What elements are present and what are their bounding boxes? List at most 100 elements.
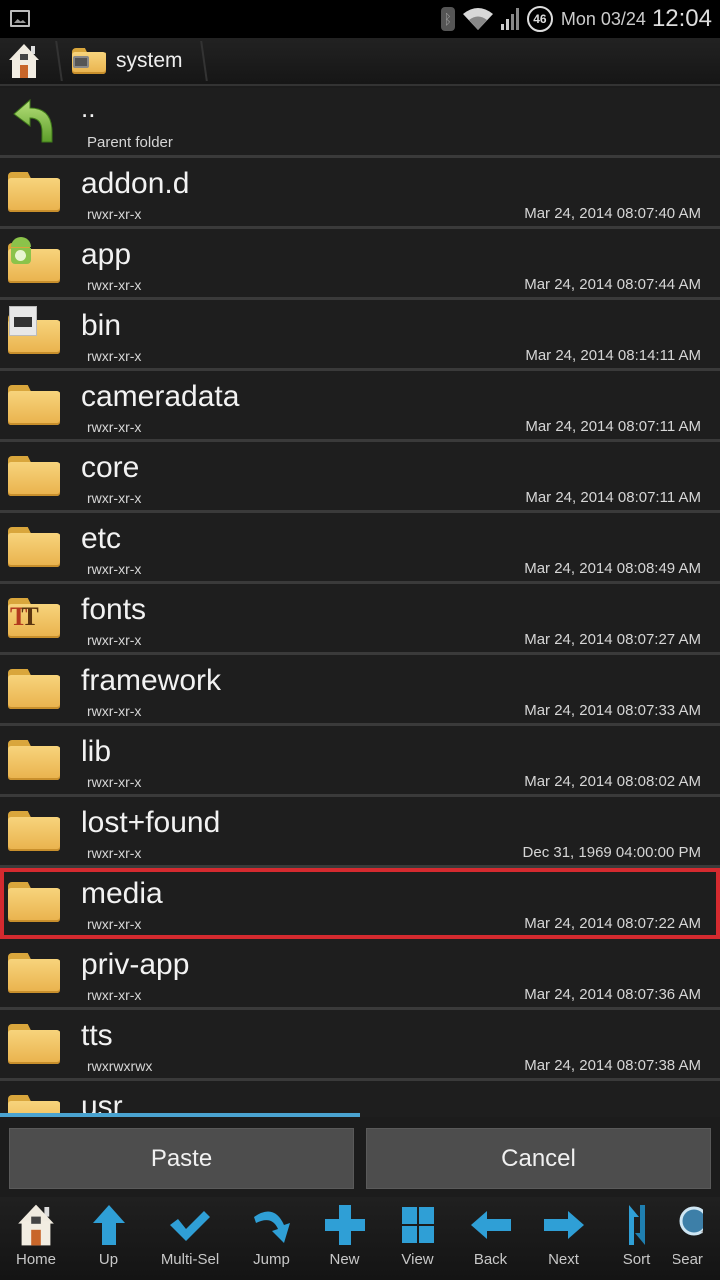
toolbar-multi-select-button[interactable]: Multi-Sel (145, 1197, 235, 1280)
house-icon (9, 44, 39, 78)
toolbar-jump-button[interactable]: Jump (235, 1197, 308, 1280)
status-bar: ᛒ 46 Mon 03/24 12:04 (0, 0, 720, 38)
parent-folder-name: .. (81, 93, 96, 123)
terminal-folder-icon (8, 306, 64, 358)
file-date: Mar 24, 2014 08:07:38 AM (524, 1057, 701, 1074)
toolbar-label: New (329, 1251, 360, 1268)
file-permissions: rwxr-xr-x (87, 561, 142, 577)
file-permissions: rwxr-xr-x (87, 987, 142, 1003)
file-row-priv-app[interactable]: priv-app rwxr-xr-x Mar 24, 2014 08:07:36 A… (0, 939, 720, 1010)
toolbar-label: Next (548, 1251, 579, 1268)
file-name: bin (81, 309, 122, 342)
file-name: framework (81, 664, 222, 697)
folder-icon (8, 953, 64, 997)
file-row-lib[interactable]: lib rwxr-xr-x Mar 24, 2014 08:08:02 AM (0, 726, 720, 797)
file-date: Mar 24, 2014 08:07:11 AM (525, 489, 701, 506)
next-arrow-icon (543, 1211, 584, 1239)
toolbar-label: Sort (622, 1251, 651, 1268)
toolbar-next-button[interactable]: Next (527, 1197, 600, 1280)
file-date: Dec 31, 1969 04:00:00 PM (522, 844, 701, 861)
file-permissions: rwxr-xr-x (87, 490, 142, 506)
up-arrow-icon (92, 1205, 125, 1245)
folder-icon (8, 740, 64, 784)
toolbar-back-button[interactable]: Back (454, 1197, 527, 1280)
paste-button[interactable]: Paste (9, 1128, 354, 1189)
parent-folder-label: Parent folder (87, 134, 173, 151)
file-name: lib (81, 735, 112, 768)
folder-icon (8, 811, 64, 855)
checkmark-icon (170, 1211, 210, 1241)
toolbar-label: Multi-Sel (160, 1251, 220, 1268)
battery-icon: 46 (526, 6, 553, 32)
toolbar-label: Up (98, 1251, 119, 1268)
file-name: core (81, 451, 140, 484)
android-icon (9, 237, 33, 265)
image-notification-icon (10, 10, 30, 27)
file-row-fonts[interactable]: TT fonts rwxr-xr-x Mar 24, 2014 08:07:27 AM (0, 584, 720, 655)
file-date: Mar 24, 2014 08:07:40 AM (524, 205, 701, 222)
home-icon (14, 1203, 58, 1247)
file-row-lost-found[interactable]: lost+found rwxr-xr-x Dec 31, 1969 04:00:00… (0, 797, 720, 868)
file-name: media (81, 877, 163, 910)
bottom-toolbar: Home Up Multi-Sel Jump New View Back Nex… (0, 1197, 720, 1280)
file-date: Mar 24, 2014 08:07:33 AM (524, 702, 701, 719)
toolbar-home-button[interactable]: Home (0, 1197, 72, 1280)
toolbar-view-button[interactable]: View (381, 1197, 454, 1280)
file-date: Mar 24, 2014 08:08:49 AM (524, 560, 701, 577)
file-name: priv-app (81, 948, 190, 981)
toolbar-up-button[interactable]: Up (72, 1197, 145, 1280)
fonts-folder-icon: TT (8, 598, 64, 642)
status-icons: ᛒ 46 Mon 03/24 12:04 (440, 0, 712, 38)
toolbar-sort-button[interactable]: Sort (600, 1197, 673, 1280)
folder-icon (8, 385, 64, 429)
terminal-icon (9, 306, 37, 336)
breadcrumb: system (0, 38, 720, 86)
toolbar-label: Home (15, 1251, 56, 1268)
parent-folder-row[interactable]: .. Parent folder (0, 88, 720, 158)
file-date: Mar 24, 2014 08:08:02 AM (524, 773, 701, 790)
file-permissions: rwxr-xr-x (87, 277, 142, 293)
file-row-media[interactable]: media rwxr-xr-x Mar 24, 2014 08:07:22 AM (0, 868, 720, 939)
file-permissions: rwxrwxrwx (87, 1058, 153, 1074)
file-date: Mar 24, 2014 08:07:22 AM (524, 915, 701, 932)
file-row-cameradata[interactable]: cameradata rwxr-xr-x Mar 24, 2014 08:07:11… (0, 371, 720, 442)
grid-view-icon (401, 1207, 434, 1243)
bluetooth-icon: ᛒ (440, 7, 455, 31)
file-permissions: rwxr-xr-x (87, 916, 142, 932)
file-name: app (81, 238, 132, 271)
file-name: fonts (81, 593, 147, 626)
signal-icon (500, 8, 519, 30)
action-bar: Paste Cancel (0, 1117, 720, 1197)
file-permissions: rwxr-xr-x (87, 206, 142, 222)
folder-icon (8, 1024, 64, 1068)
file-row-addon-d[interactable]: addon.d rwxr-xr-x Mar 24, 2014 08:07:40 AM (0, 158, 720, 229)
cancel-button[interactable]: Cancel (366, 1128, 711, 1189)
jump-arrow-icon (253, 1211, 290, 1243)
android-folder-icon (8, 237, 64, 287)
toolbar-label: Search (673, 1251, 703, 1268)
file-row-bin[interactable]: bin rwxr-xr-x Mar 24, 2014 08:14:11 AM (0, 300, 720, 371)
wifi-icon (462, 8, 493, 30)
file-row-framework[interactable]: framework rwxr-xr-x Mar 24, 2014 08:07:33 … (0, 655, 720, 726)
file-permissions: rwxr-xr-x (87, 845, 142, 861)
file-row-etc[interactable]: etc rwxr-xr-x Mar 24, 2014 08:08:49 AM (0, 513, 720, 584)
breadcrumb-home-button[interactable] (0, 37, 48, 85)
breadcrumb-separator (48, 37, 60, 85)
file-permissions: rwxr-xr-x (87, 632, 142, 648)
search-icon (679, 1206, 703, 1236)
file-row-app[interactable]: app rwxr-xr-x Mar 24, 2014 08:07:44 AM (0, 229, 720, 300)
toolbar-new-button[interactable]: New (308, 1197, 381, 1280)
folder-icon (8, 172, 64, 216)
breadcrumb-separator (193, 37, 205, 85)
file-permissions: rwxr-xr-x (87, 703, 142, 719)
folder-icon (8, 882, 64, 926)
toolbar-label: View (401, 1251, 434, 1268)
folder-icon (8, 456, 64, 500)
toolbar-search-button[interactable]: Search (673, 1197, 703, 1280)
file-list[interactable]: .. Parent folder addon.d rwxr-xr-x Mar 24,… (0, 88, 720, 1118)
file-row-tts[interactable]: tts rwxrwxrwx Mar 24, 2014 08:07:38 AM (0, 1010, 720, 1081)
system-folder-icon (72, 48, 106, 74)
fonts-icon: TT (10, 602, 39, 631)
file-row-core[interactable]: core rwxr-xr-x Mar 24, 2014 08:07:11 AM (0, 442, 720, 513)
breadcrumb-item-system[interactable]: system (60, 37, 193, 85)
